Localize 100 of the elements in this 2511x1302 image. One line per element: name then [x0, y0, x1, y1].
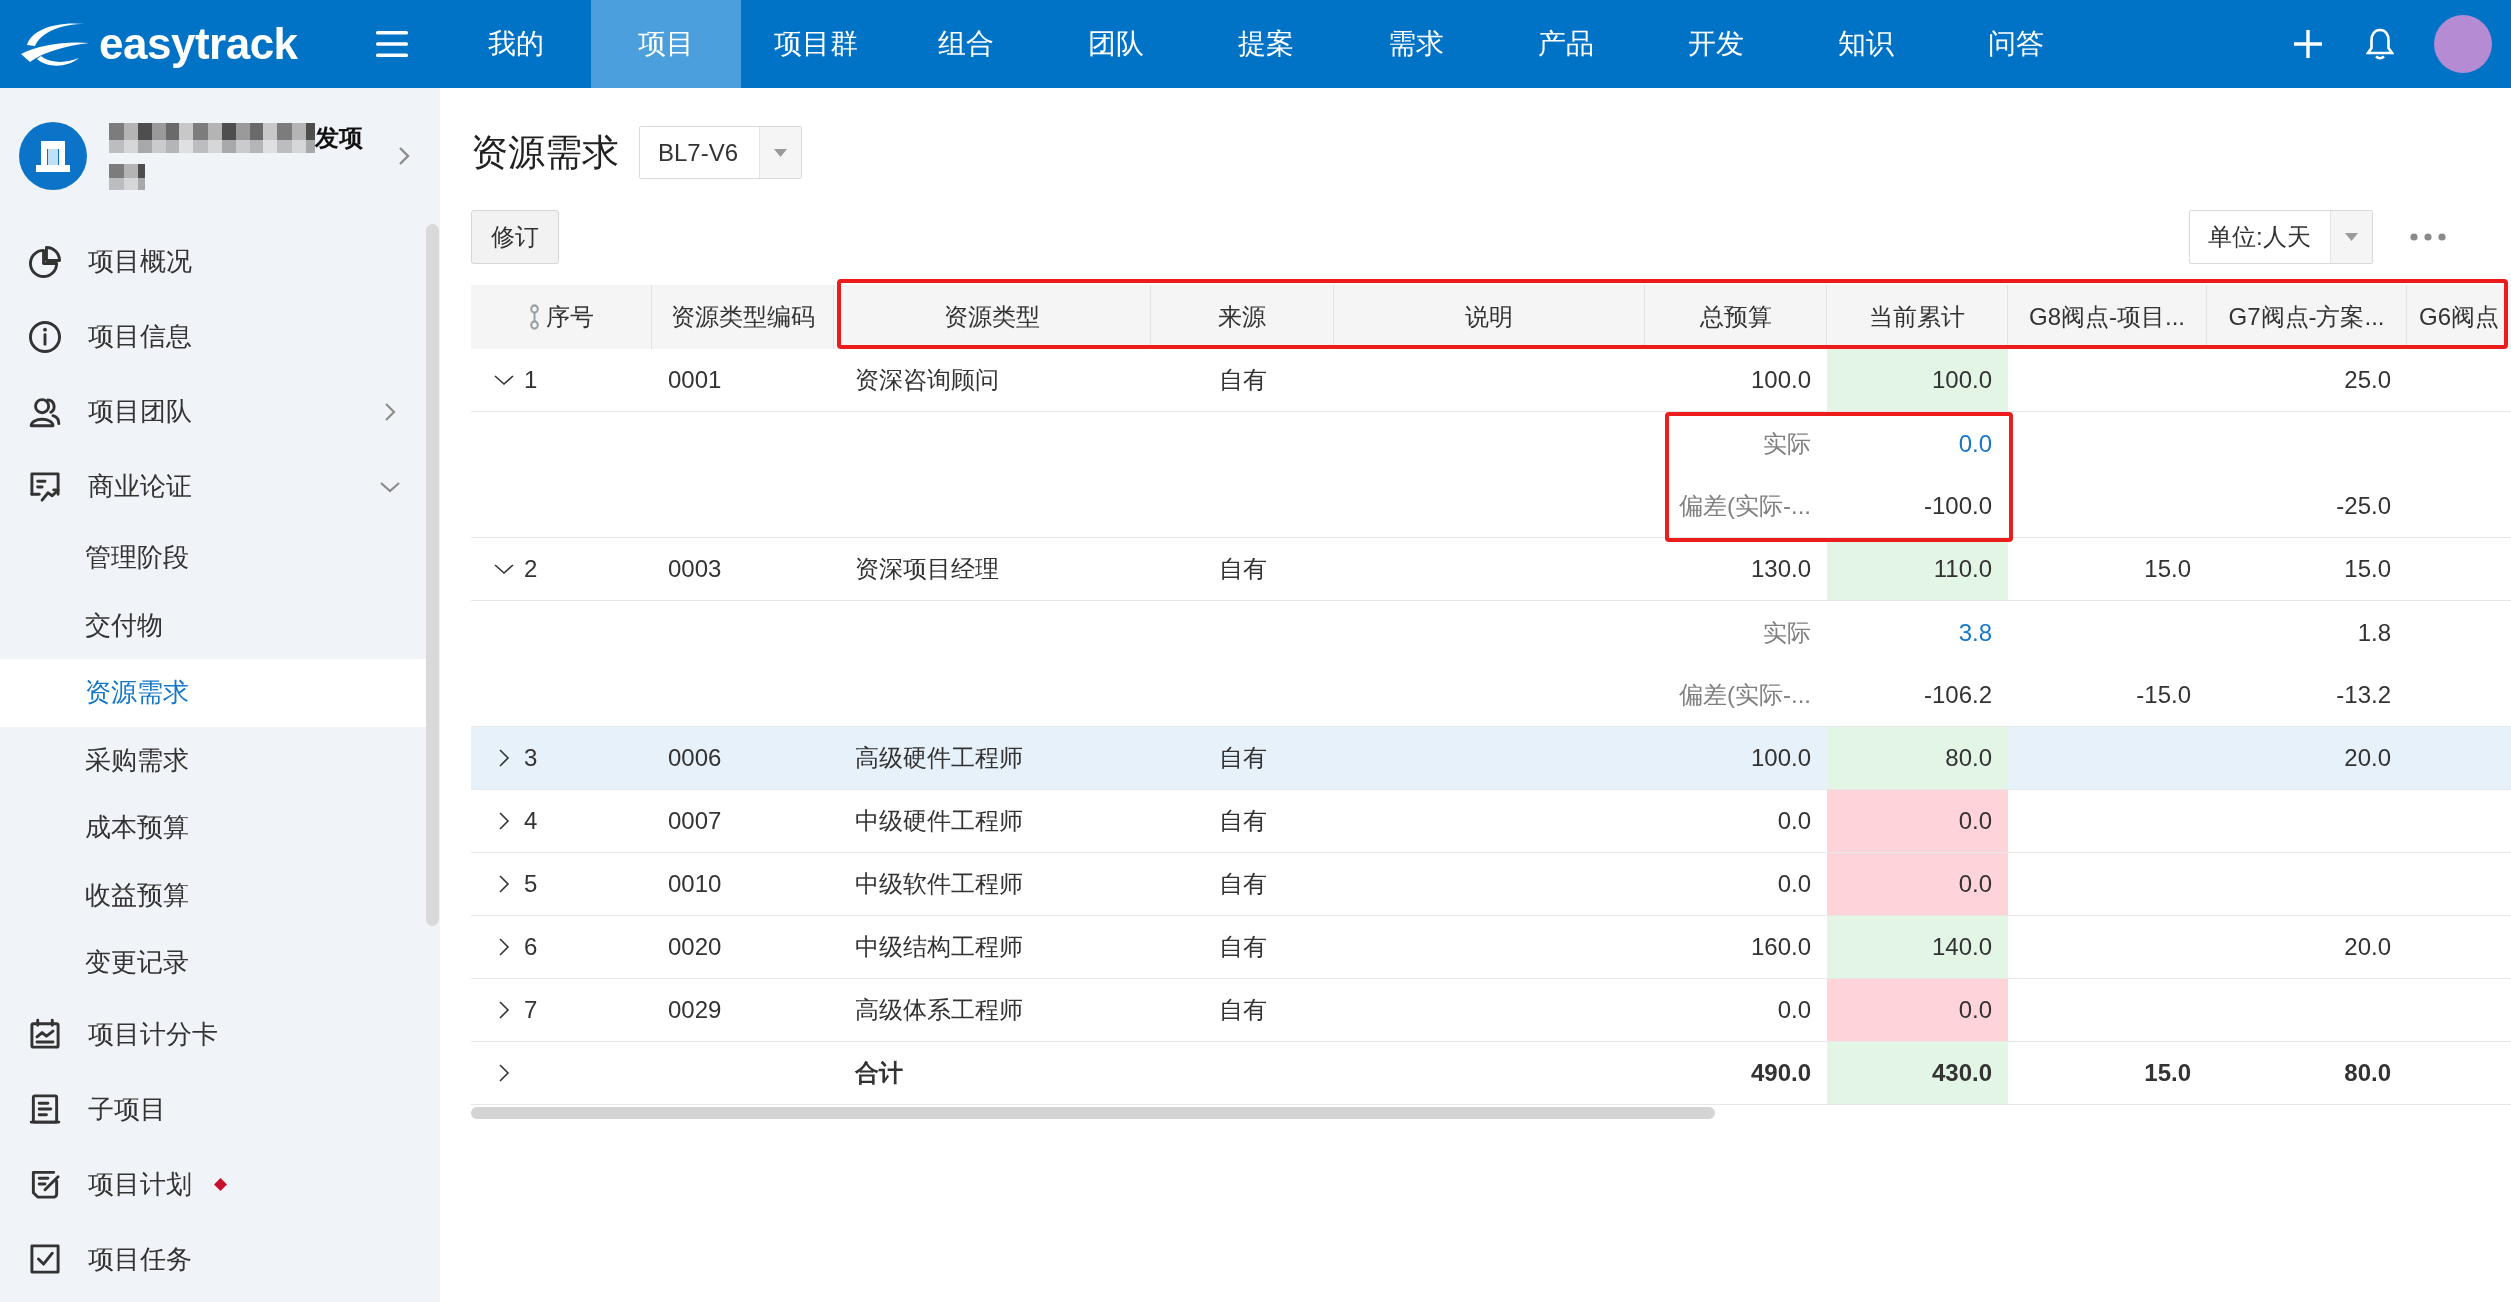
table-cell-text: 0020: [667, 932, 723, 962]
table-cell-text: -25.0: [2335, 491, 2392, 521]
column-header: 资源类型编码: [670, 302, 815, 332]
table-cell: 430.0: [1827, 1042, 2008, 1104]
sidebar-item[interactable]: 项目信息: [0, 299, 426, 374]
column-header: 说明: [1465, 302, 1513, 332]
revise-button[interactable]: 修订: [471, 210, 559, 264]
column-header: G8阀点-项目...: [2029, 302, 2185, 332]
nav-tab[interactable]: 问答: [1941, 0, 2091, 88]
plus-icon[interactable]: [2293, 29, 2323, 59]
table-cell-text: 自有: [1217, 995, 1268, 1025]
scrollbar-thumb[interactable]: [426, 224, 439, 926]
table-cell-text: 自有: [1217, 869, 1268, 899]
chevron-right-icon[interactable]: [498, 811, 510, 831]
nav-tab[interactable]: 开发: [1641, 0, 1791, 88]
unit-select[interactable]: 单位:人天: [2189, 210, 2373, 264]
chat-chart-icon: [29, 470, 61, 503]
column-header: 当前累计: [1869, 302, 1965, 332]
sidebar-item[interactable]: 资源需求: [0, 659, 426, 727]
column-header: 资源类型: [944, 302, 1040, 332]
logo-text: easytrack: [99, 19, 298, 69]
table-cell-text: 0001: [667, 365, 723, 395]
table-cell-text: 15.0: [2143, 1058, 2192, 1088]
chevron-right-icon[interactable]: [498, 937, 510, 957]
checkbox-icon: [29, 1243, 61, 1275]
sidebar-item[interactable]: 商业论证: [0, 449, 426, 524]
sidebar-item[interactable]: 管理阶段: [0, 524, 426, 592]
row-number: 3: [524, 744, 538, 772]
row-number: 1: [524, 366, 538, 394]
column-header: G7阀点-方案...: [2228, 302, 2385, 332]
people-icon: [29, 395, 61, 428]
table-cell-text: 自有: [1217, 554, 1268, 584]
table-cell: 80.0: [1827, 727, 2008, 789]
table-cell-text: 合计: [854, 1058, 904, 1088]
pie-chart-icon: [29, 245, 61, 278]
table-cell-text: 130.0: [1749, 554, 1812, 584]
nav-tab[interactable]: 需求: [1341, 0, 1491, 88]
table-cell: 100.0: [1827, 349, 2008, 411]
chevron-right-icon[interactable]: [498, 1000, 510, 1020]
table-cell-text: 25.0: [2343, 365, 2392, 395]
sidebar-item[interactable]: 项目任务: [0, 1221, 426, 1297]
link-icon: [528, 304, 540, 330]
nav-tab[interactable]: 提案: [1191, 0, 1341, 88]
nav-tab[interactable]: 组合: [891, 0, 1041, 88]
table-cell: 0.0: [1827, 979, 2008, 1041]
nav-tab[interactable]: 项目群: [741, 0, 891, 88]
sidebar-item[interactable]: 项目团队: [0, 374, 426, 449]
chevron-right-icon[interactable]: [498, 1063, 510, 1083]
nav-tab[interactable]: 团队: [1041, 0, 1191, 88]
nav-tab[interactable]: 我的: [441, 0, 591, 88]
sidebar-item[interactable]: 成本预算: [0, 794, 426, 862]
chevron-right-icon[interactable]: [498, 748, 510, 768]
table-cell-text: 160.0: [1749, 932, 1812, 962]
sidebar-item[interactable]: 项目计分卡: [0, 996, 426, 1072]
table-cell-text: 资深咨询顾问: [854, 365, 1000, 395]
info-icon: [29, 320, 61, 353]
menu-icon[interactable]: [376, 31, 408, 57]
table-cell-text: 高级硬件工程师: [854, 743, 1024, 773]
sidebar-item[interactable]: 项目概况: [0, 224, 426, 299]
table-cell-text: 1.8: [2356, 617, 2392, 648]
sidebar-item[interactable]: 采购需求: [0, 726, 426, 794]
baseline-select[interactable]: BL7-V6: [639, 126, 802, 179]
table-cell-text: 偏差(实际-...: [1678, 680, 1812, 710]
table-cell-text: 0006: [667, 743, 723, 773]
chevron-right-icon[interactable]: [498, 874, 510, 894]
sidebar-item[interactable]: 交付物: [0, 591, 426, 659]
project-name: 发项: [315, 123, 363, 153]
table-cell-text: 偏差(实际-...: [1678, 491, 1812, 521]
table-cell-text: -15.0: [2135, 680, 2192, 710]
chevron-down-icon[interactable]: [493, 374, 515, 386]
notification-icon[interactable]: [2366, 28, 2394, 60]
table-cell-text: 中级软件工程师: [854, 869, 1024, 899]
value-link[interactable]: 0.0: [1827, 412, 2008, 475]
table-cell-text: 100.0: [1749, 743, 1812, 773]
caret-down-icon: [774, 148, 787, 157]
table-cell-text: -100.0: [1922, 491, 1993, 521]
scrollbar-thumb[interactable]: [471, 1107, 1715, 1119]
sidebar-item[interactable]: 变更记录: [0, 929, 426, 997]
sidebar-item[interactable]: 子项目: [0, 1071, 426, 1147]
table-cell-text: 0007: [667, 806, 723, 836]
table-cell-text: 490.0: [1749, 1058, 1812, 1088]
table-cell: 0.0: [1827, 853, 2008, 915]
column-header: 总预算: [1699, 302, 1772, 332]
value-link[interactable]: 3.8: [1827, 601, 2008, 664]
sidebar-item[interactable]: 收益预算: [0, 861, 426, 929]
caret-down-icon: [2345, 233, 2358, 241]
table-cell-text: 中级结构工程师: [854, 932, 1024, 962]
more-icon[interactable]: [2410, 233, 2446, 241]
table-cell-text: 实际: [1762, 428, 1812, 459]
table-cell-text: -13.2: [2335, 680, 2392, 710]
nav-tab[interactable]: 产品: [1491, 0, 1641, 88]
table-cell-text: 20.0: [2343, 743, 2392, 773]
column-header: 来源: [1218, 302, 1266, 332]
chevron-down-icon[interactable]: [493, 563, 515, 575]
row-number: 5: [524, 870, 538, 898]
table-cell-text: 80.0: [2343, 1058, 2392, 1088]
table-cell-text: 0010: [667, 869, 723, 899]
calendar-chart-icon: [29, 1018, 61, 1050]
nav-tab[interactable]: 知识: [1791, 0, 1941, 88]
sidebar-item[interactable]: 项目计划: [0, 1146, 426, 1222]
